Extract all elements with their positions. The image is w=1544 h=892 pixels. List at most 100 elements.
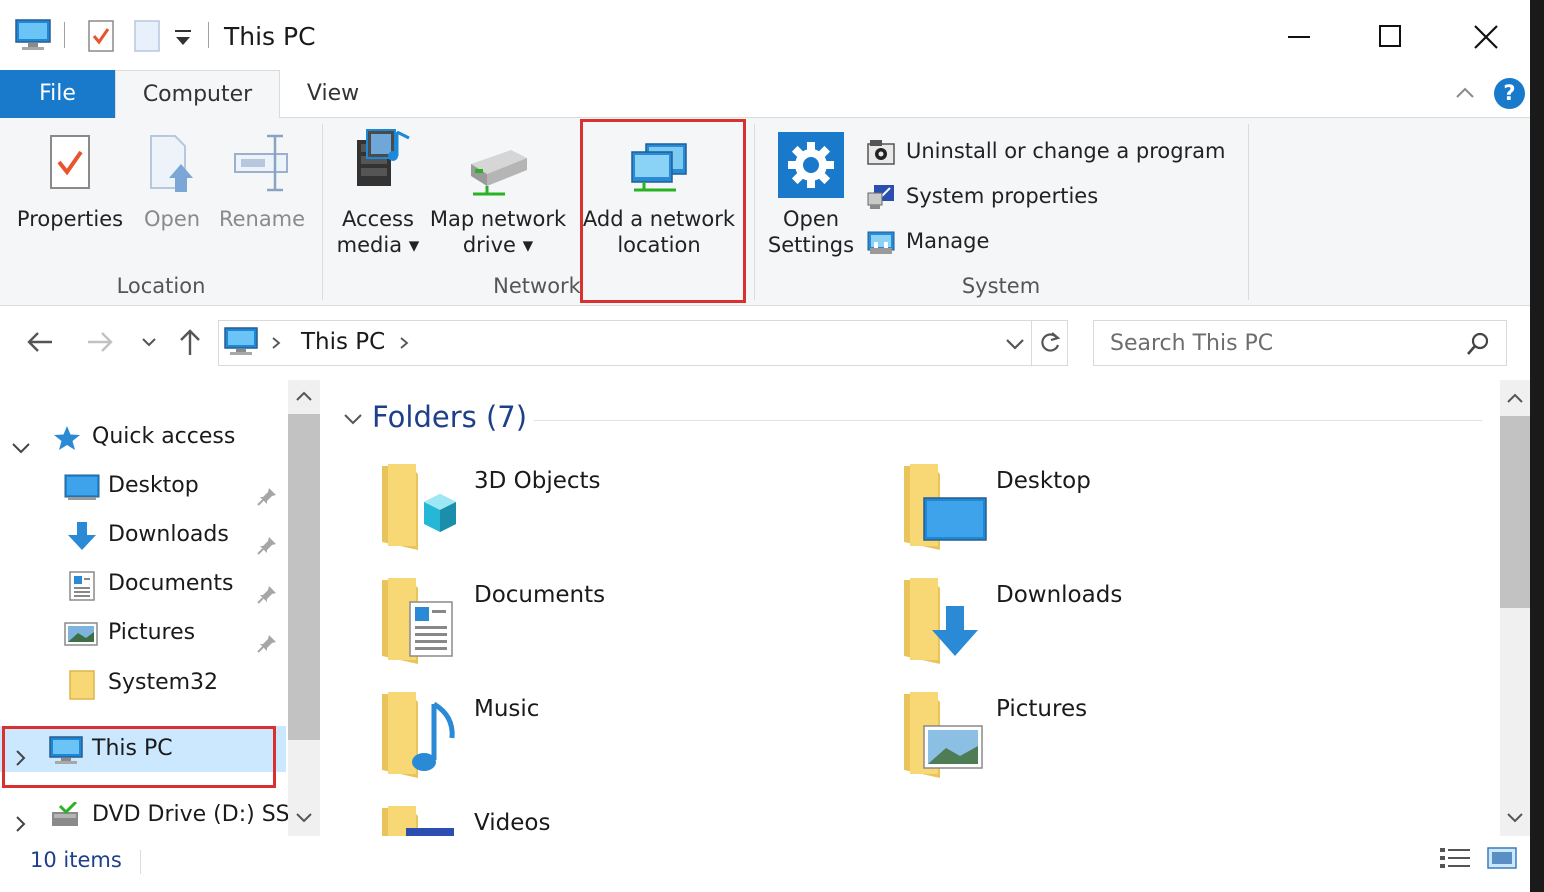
manage-label: Manage [906, 229, 990, 253]
properties-button[interactable]: Properties [10, 118, 130, 268]
tree-item-desktop[interactable]: Desktop [0, 463, 286, 509]
expand-chevron-right-icon[interactable] [12, 806, 30, 836]
chevron-up-icon [1456, 87, 1474, 98]
maximize-icon [1379, 25, 1401, 47]
open-label: Open [143, 207, 201, 231]
title-bar: This PC [0, 0, 1530, 70]
gear-icon [778, 132, 844, 204]
recent-locations-button[interactable] [138, 332, 160, 356]
computer-icon[interactable] [14, 18, 52, 56]
breadcrumb-separator-icon[interactable] [397, 333, 411, 357]
navigation-pane: Quick access Desktop Downloads Documents… [0, 380, 322, 836]
tab-computer[interactable]: Computer [115, 70, 280, 119]
manage-icon [866, 228, 896, 266]
tree-item-dvd-drive[interactable]: DVD Drive (D:) SSS [0, 792, 304, 836]
forward-button[interactable] [84, 326, 116, 362]
content-pane: Folders (7) 3D Objects Desktop Documents… [322, 380, 1498, 836]
media-icon [343, 126, 413, 202]
tree-item-documents[interactable]: Documents [0, 561, 286, 607]
minimize-icon [1288, 36, 1310, 38]
search-box[interactable] [1093, 320, 1507, 366]
details-view-button[interactable] [1438, 844, 1474, 878]
search-icon[interactable] [1464, 330, 1492, 362]
address-toolbar: This PC [0, 306, 1530, 380]
chevron-down-icon [142, 338, 156, 347]
help-button[interactable]: ? [1494, 78, 1525, 109]
up-button[interactable] [174, 326, 206, 362]
quick-access-label: Quick access [92, 424, 236, 449]
system-properties-button[interactable]: System properties [866, 179, 1126, 213]
tab-file[interactable]: File [0, 70, 115, 118]
tree-item-downloads[interactable]: Downloads [0, 512, 286, 558]
new-folder-quick-icon[interactable] [132, 18, 162, 58]
back-button[interactable] [24, 326, 56, 362]
section-collapse-chevron-icon[interactable] [342, 410, 364, 432]
rename-button[interactable]: Rename [214, 118, 310, 268]
scroll-thumb[interactable] [288, 414, 320, 740]
folder-pictures[interactable]: Pictures [902, 690, 1402, 790]
folder-music[interactable]: Music [380, 690, 880, 790]
refresh-button[interactable] [1037, 330, 1063, 360]
tree-quick-access[interactable]: Quick access [0, 414, 286, 460]
open-button[interactable]: Open [134, 118, 210, 268]
folder-3d-objects[interactable]: 3D Objects [380, 462, 880, 562]
details-view-icon [1440, 848, 1470, 868]
arrow-right-icon [88, 332, 113, 352]
uninstall-program-button[interactable]: Uninstall or change a program [866, 134, 1246, 168]
breadcrumb-this-pc[interactable]: This PC [301, 329, 385, 355]
folder-desktop[interactable]: Desktop [902, 462, 1402, 562]
add-network-location-highlight [580, 119, 746, 303]
folder-documents[interactable]: Documents [380, 576, 880, 676]
customize-qat-icon[interactable] [172, 28, 194, 54]
folder-name: Videos [474, 810, 551, 836]
collapse-ribbon-button[interactable] [1452, 80, 1478, 106]
uninstall-icon [866, 138, 896, 176]
breadcrumb-separator-icon[interactable] [269, 333, 283, 357]
system-group-label: System [961, 274, 1041, 298]
scroll-up-icon[interactable] [294, 388, 314, 408]
window-edge [1530, 0, 1544, 892]
status-bar: 10 items [0, 836, 1530, 892]
properties-quick-icon[interactable] [86, 18, 116, 58]
manage-button[interactable]: Manage [866, 224, 1026, 258]
map-network-drive-label: Map network drive ▾ [429, 207, 567, 257]
computer-icon [223, 326, 259, 362]
minimize-button[interactable] [1270, 14, 1330, 60]
refresh-icon [1041, 332, 1061, 352]
address-bar[interactable]: This PC [218, 320, 1068, 366]
music-folder-icon [380, 690, 460, 786]
scroll-up-icon[interactable] [1505, 390, 1525, 410]
address-dropdown-button[interactable] [1003, 333, 1027, 359]
chevron-down-icon [1006, 339, 1024, 350]
qat-separator [208, 22, 209, 48]
tab-view[interactable]: View [280, 70, 386, 118]
close-button[interactable] [1456, 14, 1516, 60]
folder-name: Desktop [996, 468, 1091, 494]
window-title: This PC [224, 22, 316, 51]
scroll-down-icon[interactable] [294, 810, 314, 830]
scroll-thumb[interactable] [1500, 416, 1530, 608]
folder-name: 3D Objects [474, 468, 601, 494]
section-divider [534, 420, 1482, 421]
large-icons-view-icon [1487, 847, 1517, 869]
folder-downloads[interactable]: Downloads [902, 576, 1402, 676]
maximize-button[interactable] [1360, 14, 1420, 60]
system-properties-icon [866, 183, 896, 221]
content-scrollbar[interactable] [1500, 380, 1530, 836]
tree-item-system32[interactable]: System32 [0, 660, 286, 706]
close-icon [1474, 25, 1498, 49]
folders-section-header[interactable]: Folders (7) [372, 400, 527, 434]
picture-icon [64, 619, 98, 665]
navigation-scrollbar[interactable] [288, 380, 320, 836]
folder-videos[interactable]: Videos [380, 804, 880, 836]
scroll-down-icon[interactable] [1505, 810, 1525, 830]
large-icons-view-button[interactable] [1486, 844, 1518, 878]
search-input[interactable] [1110, 327, 1450, 359]
tree-item-pictures[interactable]: Pictures [0, 610, 286, 656]
open-settings-button[interactable]: Open Settings [764, 118, 858, 268]
access-media-button[interactable]: Access media ▾ [332, 118, 424, 268]
folder-name: Documents [474, 582, 606, 608]
folder-name: Downloads [996, 582, 1123, 608]
map-network-drive-button[interactable]: Map network drive ▾ [426, 118, 570, 268]
tree-item-label: Desktop [108, 473, 199, 498]
